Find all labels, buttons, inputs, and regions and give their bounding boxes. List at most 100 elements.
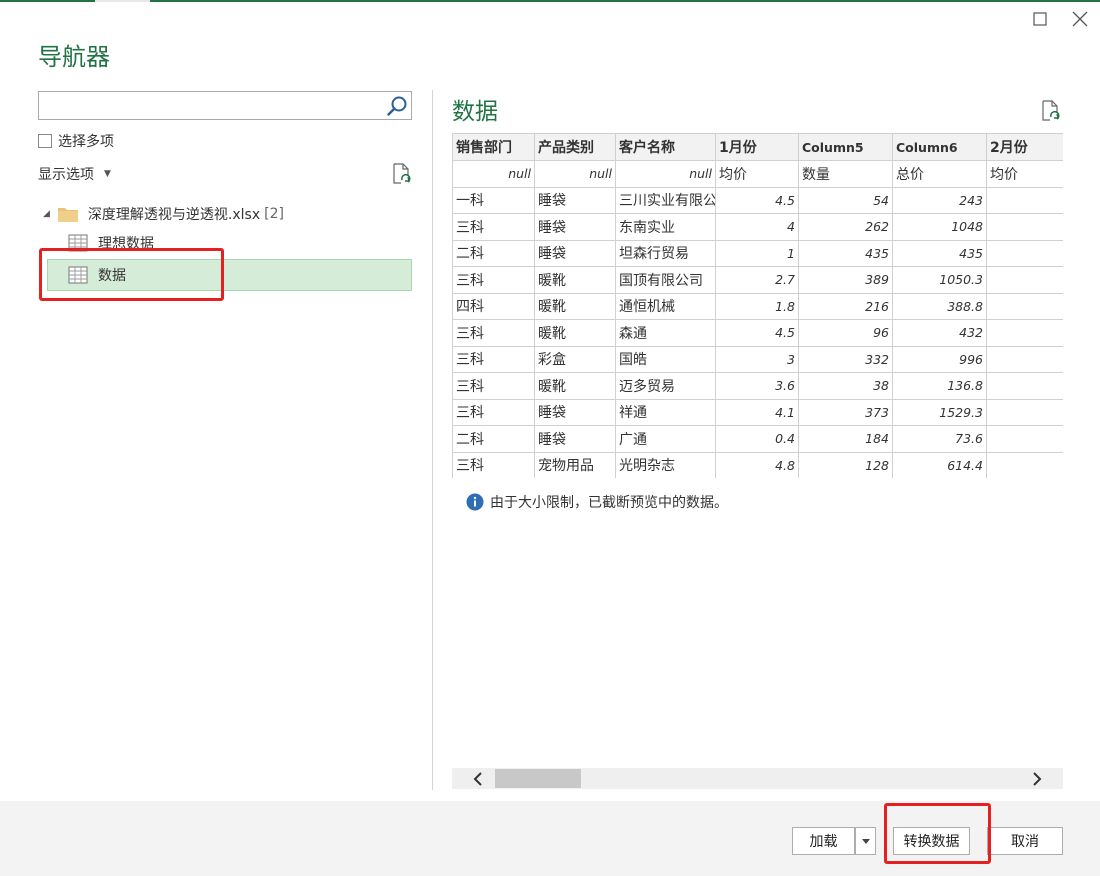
preview-title: 数据	[452, 99, 498, 125]
table-cell: 136.8	[892, 372, 987, 400]
scroll-left-button[interactable]	[466, 768, 490, 789]
tree-item-data[interactable]: 数据	[47, 259, 412, 291]
table-row: 三科睡袋祥通4.13731529.32.6	[452, 398, 1063, 426]
table-cell: 三科	[452, 319, 535, 347]
table-cell: 总价	[892, 160, 987, 188]
table-cell: 388.8	[892, 292, 987, 320]
table-cell: 262	[798, 213, 893, 241]
table-row: 三科宠物用品光明杂志4.8128614.40.3	[452, 451, 1063, 478]
table-cell: 614.4	[892, 451, 987, 478]
column-header[interactable]: 客户名称	[615, 133, 716, 161]
display-options-dropdown[interactable]: 显示选项 ▼	[38, 164, 111, 184]
table-cell: 三科	[452, 345, 535, 373]
checkbox-box[interactable]	[38, 134, 52, 148]
window-top-accent	[0, 0, 1100, 2]
table-cell: 4.1	[715, 398, 799, 426]
cancel-button[interactable]: 取消	[987, 827, 1063, 855]
table-cell: 1050.3	[892, 266, 987, 294]
file-name: 深度理解透视与逆透视.xlsx	[87, 207, 261, 223]
multi-select-checkbox[interactable]: 选择多项	[38, 131, 114, 151]
maximize-button[interactable]	[1029, 8, 1051, 30]
table-cell: 广通	[615, 425, 716, 453]
table-cell: 3.9	[986, 266, 1063, 294]
display-options-label: 显示选项	[38, 167, 94, 183]
column-header[interactable]: Column6	[892, 133, 987, 161]
search-box[interactable]	[38, 91, 412, 120]
tree-file-node[interactable]: ◢ 深度理解透视与逆透视.xlsx [2]	[43, 203, 284, 225]
table-cell: 38	[798, 372, 893, 400]
table-cell: 国顶有限公司	[615, 266, 716, 294]
table-subheader-row: null null null 均价 数量 总价 均价	[452, 160, 1063, 188]
table-cell: 宠物用品	[534, 451, 616, 478]
load-dropdown-button[interactable]	[855, 827, 876, 855]
table-row: 三科暖靴森通4.5964320.1	[452, 319, 1063, 347]
table-cell: 三科	[452, 213, 535, 241]
refresh-icon[interactable]	[392, 163, 412, 185]
scrollbar-thumb[interactable]	[495, 769, 581, 788]
folder-icon	[57, 208, 78, 222]
table-row: 一科睡袋三川实业有限公司4.5542430.2	[452, 186, 1063, 214]
truncation-note: 由于大小限制，已截断预览中的数据。	[466, 492, 728, 512]
table-cell: 睡袋	[534, 213, 616, 241]
column-header[interactable]: 销售部门	[452, 133, 535, 161]
close-button[interactable]	[1069, 8, 1091, 30]
table-cell: 2.7	[715, 266, 799, 294]
table-icon	[68, 266, 88, 284]
preview-table: 销售部门 产品类别 客户名称 1月份 Column5 Column6 2月份 n…	[452, 133, 1063, 478]
expand-arrow-icon[interactable]: ◢	[43, 209, 50, 219]
table-cell: 0.2	[986, 186, 1063, 214]
table-cell: 1.8	[715, 292, 799, 320]
table-cell: 96	[798, 319, 893, 347]
table-cell: 389	[798, 266, 893, 294]
column-header[interactable]: 2月份	[986, 133, 1063, 161]
column-header[interactable]: 产品类别	[534, 133, 616, 161]
table-cell: 迈多贸易	[615, 372, 716, 400]
search-icon[interactable]	[386, 95, 408, 117]
tree-item-ideal-data[interactable]: 理想数据	[68, 231, 154, 255]
caret-down-icon	[861, 838, 870, 844]
table-cell: 一科	[452, 186, 535, 214]
table-cell: null	[452, 160, 535, 188]
table-cell: 3	[715, 345, 799, 373]
table-cell: 数量	[798, 160, 893, 188]
table-cell: null	[615, 160, 716, 188]
table-cell: 国皓	[615, 345, 716, 373]
table-cell: 4.8	[986, 239, 1063, 267]
table-cell: 睡袋	[534, 186, 616, 214]
preview-table-container: 销售部门 产品类别 客户名称 1月份 Column5 Column6 2月份 n…	[452, 133, 1063, 478]
table-cell: 1	[986, 292, 1063, 320]
column-header[interactable]: 1月份	[715, 133, 799, 161]
tree-item-label: 理想数据	[98, 236, 154, 252]
table-cell: 1048	[892, 213, 987, 241]
table-cell: 184	[798, 425, 893, 453]
table-row: 二科睡袋坦森行贸易14354354.8	[452, 239, 1063, 267]
column-header[interactable]: Column5	[798, 133, 893, 161]
refresh-preview-icon[interactable]	[1041, 100, 1061, 122]
table-cell: 2.5	[986, 213, 1063, 241]
table-cell: 暖靴	[534, 372, 616, 400]
scroll-right-button[interactable]	[1025, 768, 1049, 789]
table-cell: 216	[798, 292, 893, 320]
truncation-note-text: 由于大小限制，已截断预览中的数据。	[490, 495, 728, 511]
table-header-row: 销售部门 产品类别 客户名称 1月份 Column5 Column6 2月份	[452, 133, 1063, 161]
table-row: 三科睡袋东南实业426210482.5	[452, 213, 1063, 241]
table-cell: 睡袋	[534, 425, 616, 453]
table-cell: 0.4	[715, 425, 799, 453]
table-cell: 4.4	[986, 372, 1063, 400]
table-cell: 0.4	[986, 425, 1063, 453]
table-cell: 三科	[452, 451, 535, 478]
table-cell: 128	[798, 451, 893, 478]
table-cell: 均价	[715, 160, 799, 188]
table-cell: 三科	[452, 372, 535, 400]
info-icon	[466, 493, 484, 511]
table-row: 四科暖靴通恒机械1.8216388.81	[452, 292, 1063, 320]
table-cell: 四科	[452, 292, 535, 320]
table-cell: 4.1	[986, 345, 1063, 373]
pane-splitter[interactable]	[432, 90, 433, 790]
load-button[interactable]: 加载	[792, 827, 855, 855]
table-cell: 435	[798, 239, 893, 267]
table-cell: 二科	[452, 425, 535, 453]
horizontal-scrollbar[interactable]	[452, 768, 1063, 789]
transform-data-button[interactable]: 转换数据	[893, 827, 970, 855]
search-input[interactable]	[39, 92, 369, 119]
